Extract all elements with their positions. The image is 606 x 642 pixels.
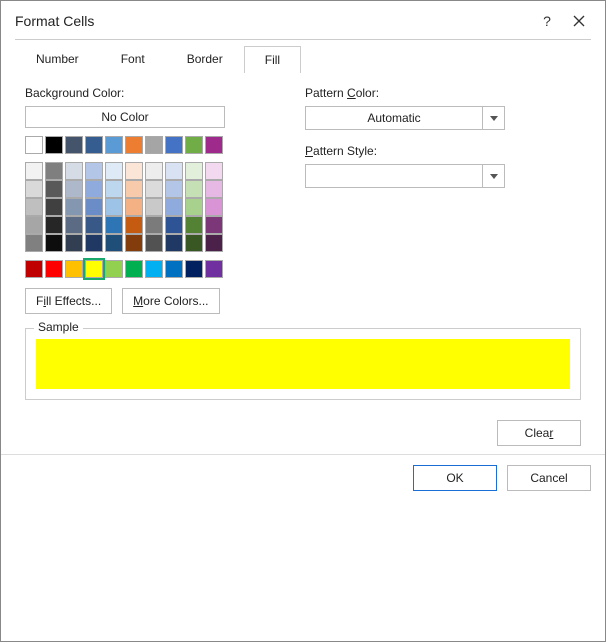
color-swatch[interactable] <box>105 260 123 278</box>
tab-bar: Number Font Border Fill <box>15 45 605 72</box>
color-swatch[interactable] <box>205 198 223 216</box>
pattern-color-dropdown[interactable]: Automatic <box>305 106 505 130</box>
color-swatch[interactable] <box>145 198 163 216</box>
clear-button[interactable]: Clear <box>497 420 581 446</box>
color-swatch[interactable] <box>25 260 43 278</box>
color-swatch[interactable] <box>205 136 223 154</box>
color-swatch[interactable] <box>65 260 83 278</box>
color-swatch[interactable] <box>145 260 163 278</box>
color-swatch[interactable] <box>165 260 183 278</box>
tab-number[interactable]: Number <box>15 45 100 72</box>
color-swatch[interactable] <box>85 136 103 154</box>
sample-swatch <box>36 339 570 389</box>
color-swatch[interactable] <box>145 162 163 180</box>
color-swatch[interactable] <box>25 234 43 252</box>
color-swatch[interactable] <box>105 216 123 234</box>
color-swatch[interactable] <box>105 234 123 252</box>
dialog-title: Format Cells <box>15 13 531 29</box>
color-swatch[interactable] <box>85 216 103 234</box>
color-swatch[interactable] <box>125 198 143 216</box>
pattern-color-value: Automatic <box>305 106 483 130</box>
color-swatch[interactable] <box>185 216 203 234</box>
pattern-color-label: Pattern Color: <box>305 86 581 100</box>
pattern-style-label: Pattern Style: <box>305 144 581 158</box>
color-swatch[interactable] <box>45 260 63 278</box>
color-swatch[interactable] <box>45 180 63 198</box>
color-swatch[interactable] <box>25 136 43 154</box>
pattern-style-dropdown[interactable] <box>305 164 505 188</box>
color-swatch[interactable] <box>165 216 183 234</box>
color-swatch[interactable] <box>205 216 223 234</box>
color-swatch[interactable] <box>185 180 203 198</box>
no-color-button[interactable]: No Color <box>25 106 225 128</box>
color-swatch[interactable] <box>205 162 223 180</box>
color-swatch[interactable] <box>45 198 63 216</box>
sample-label: Sample <box>34 320 83 334</box>
help-button[interactable]: ? <box>531 9 563 33</box>
color-swatch[interactable] <box>125 180 143 198</box>
color-swatch[interactable] <box>25 162 43 180</box>
color-swatch[interactable] <box>65 234 83 252</box>
color-swatch[interactable] <box>65 162 83 180</box>
color-swatch[interactable] <box>105 136 123 154</box>
color-swatch[interactable] <box>145 234 163 252</box>
color-swatch[interactable] <box>165 162 183 180</box>
color-swatch[interactable] <box>145 136 163 154</box>
ok-button[interactable]: OK <box>413 465 497 491</box>
color-swatch[interactable] <box>105 198 123 216</box>
color-swatch[interactable] <box>165 180 183 198</box>
close-icon <box>573 15 585 27</box>
chevron-down-icon <box>483 164 505 188</box>
color-swatch[interactable] <box>85 260 103 278</box>
color-swatch[interactable] <box>125 136 143 154</box>
color-swatch[interactable] <box>185 260 203 278</box>
color-swatch[interactable] <box>145 216 163 234</box>
color-swatch[interactable] <box>25 216 43 234</box>
color-swatch[interactable] <box>205 234 223 252</box>
color-swatch[interactable] <box>85 198 103 216</box>
chevron-down-icon <box>483 106 505 130</box>
color-swatch[interactable] <box>185 162 203 180</box>
color-swatch[interactable] <box>185 136 203 154</box>
color-palette <box>25 136 257 278</box>
color-swatch[interactable] <box>25 180 43 198</box>
color-swatch[interactable] <box>45 234 63 252</box>
pattern-style-value <box>305 164 483 188</box>
color-swatch[interactable] <box>125 162 143 180</box>
color-swatch[interactable] <box>65 180 83 198</box>
more-colors-button[interactable]: More Colors... <box>122 288 219 314</box>
color-swatch[interactable] <box>65 136 83 154</box>
cancel-button[interactable]: Cancel <box>507 465 591 491</box>
tab-font[interactable]: Font <box>100 45 166 72</box>
color-swatch[interactable] <box>105 180 123 198</box>
color-swatch[interactable] <box>165 234 183 252</box>
color-swatch[interactable] <box>185 198 203 216</box>
color-swatch[interactable] <box>125 234 143 252</box>
color-swatch[interactable] <box>205 180 223 198</box>
color-swatch[interactable] <box>125 260 143 278</box>
background-color-label: Background Color: <box>25 86 257 100</box>
color-swatch[interactable] <box>125 216 143 234</box>
color-swatch[interactable] <box>145 180 163 198</box>
color-swatch[interactable] <box>65 216 83 234</box>
color-swatch[interactable] <box>45 136 63 154</box>
color-swatch[interactable] <box>205 260 223 278</box>
color-swatch[interactable] <box>65 198 83 216</box>
color-swatch[interactable] <box>45 216 63 234</box>
color-swatch[interactable] <box>165 198 183 216</box>
tab-border[interactable]: Border <box>166 45 244 72</box>
tab-fill[interactable]: Fill <box>244 46 301 73</box>
color-swatch[interactable] <box>85 234 103 252</box>
color-swatch[interactable] <box>25 198 43 216</box>
color-swatch[interactable] <box>85 180 103 198</box>
color-swatch[interactable] <box>45 162 63 180</box>
color-swatch[interactable] <box>105 162 123 180</box>
close-button[interactable] <box>563 9 595 33</box>
color-swatch[interactable] <box>185 234 203 252</box>
color-swatch[interactable] <box>165 136 183 154</box>
sample-fieldset: Sample <box>25 328 581 400</box>
fill-effects-button[interactable]: Fill Effects... <box>25 288 112 314</box>
color-swatch[interactable] <box>85 162 103 180</box>
